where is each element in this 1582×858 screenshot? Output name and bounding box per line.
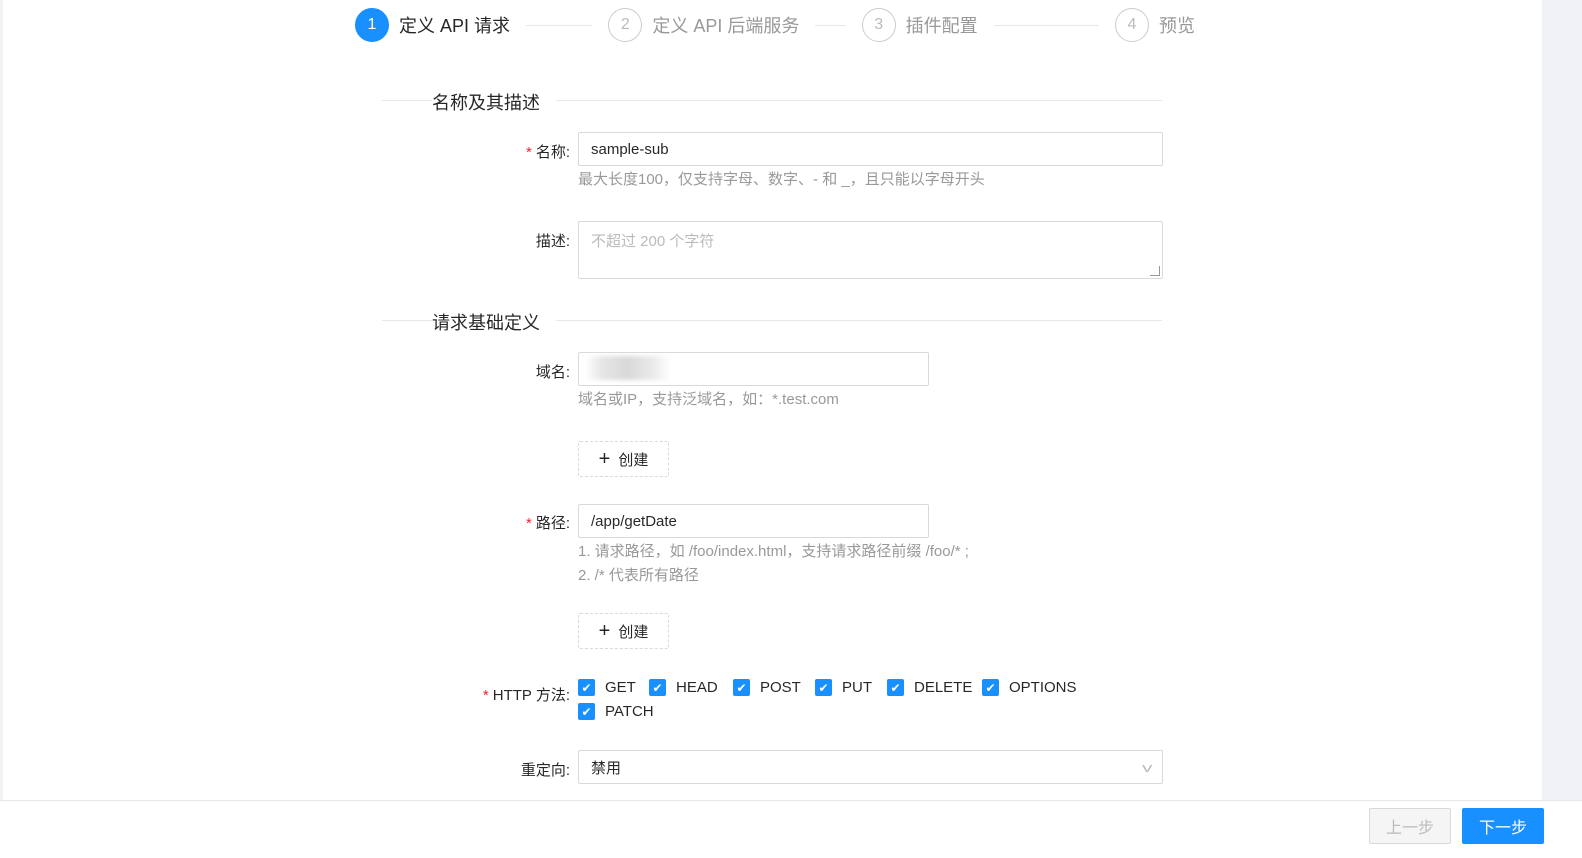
section-title-request: 请求基础定义 xyxy=(432,309,556,335)
check-icon: ✔ xyxy=(887,679,904,696)
step-title: 定义 API 请求 xyxy=(399,16,511,36)
check-icon: ✔ xyxy=(733,679,750,696)
method-options-checkbox[interactable]: ✔ OPTIONS xyxy=(982,679,1077,696)
desc-label: 描述: xyxy=(535,233,570,250)
domain-label: 域名: xyxy=(535,364,570,381)
check-icon: ✔ xyxy=(578,703,595,720)
step-number: 4 xyxy=(1114,8,1149,42)
method-put-checkbox[interactable]: ✔ PUT xyxy=(815,679,872,696)
prev-button[interactable]: 上一步 xyxy=(1369,808,1451,844)
method-post-checkbox[interactable]: ✔ POST xyxy=(733,679,801,696)
check-icon: ✔ xyxy=(815,679,832,696)
section-title-basic: 名称及其描述 xyxy=(432,89,556,115)
redirect-label: 重定向: xyxy=(520,762,570,779)
path-help-1: 1. 请求路径，如 /foo/index.html，支持请求路径前缀 /foo/… xyxy=(578,543,969,560)
next-button[interactable]: 下一步 xyxy=(1462,808,1544,844)
step-1: 1 定义 API 请求 xyxy=(355,8,608,42)
method-get-checkbox[interactable]: ✔ GET xyxy=(578,679,636,696)
name-label: * 名称: xyxy=(525,144,570,161)
desc-placeholder: 不超过 200 个字符 xyxy=(591,233,715,250)
name-help: 最大长度100，仅支持字母、数字、- 和 _，且只能以字母开头 xyxy=(578,171,985,188)
redacted-domain xyxy=(585,356,670,380)
desc-textarea[interactable]: 不超过 200 个字符 xyxy=(578,221,1163,279)
step-title: 插件配置 xyxy=(905,16,978,36)
redirect-select[interactable]: 禁用 v xyxy=(578,750,1163,784)
step-connector xyxy=(526,24,593,26)
name-input[interactable]: sample-sub xyxy=(578,132,1163,166)
footer-bar xyxy=(0,800,1582,858)
method-delete-checkbox[interactable]: ✔ DELETE xyxy=(887,679,972,696)
steps-bar: 1 定义 API 请求 2 定义 API 后端服务 3 插件配置 4 预览 xyxy=(355,7,1195,43)
step-connector xyxy=(993,24,1099,26)
step-title: 预览 xyxy=(1158,16,1195,36)
path-help-2: 2. /* 代表所有路径 xyxy=(578,567,699,584)
step-title: 定义 API 后端服务 xyxy=(652,16,800,36)
domain-create-button[interactable]: + 创建 xyxy=(578,441,669,477)
path-input[interactable]: /app/getDate xyxy=(578,504,929,538)
plus-icon: + xyxy=(598,447,611,470)
step-number: 3 xyxy=(861,8,896,42)
method-patch-checkbox[interactable]: ✔ PATCH xyxy=(578,703,654,720)
chevron-down-icon: v xyxy=(1141,759,1152,775)
plus-icon: + xyxy=(598,619,611,642)
path-create-button[interactable]: + 创建 xyxy=(578,613,669,649)
step-connector xyxy=(815,24,846,26)
step-number: 2 xyxy=(608,8,643,42)
step-3: 3 插件配置 xyxy=(861,8,1115,42)
step-2: 2 定义 API 后端服务 xyxy=(608,8,861,42)
page-edge xyxy=(0,0,3,800)
check-icon: ✔ xyxy=(649,679,666,696)
methods-label: * HTTP 方法: xyxy=(482,687,570,704)
check-icon: ✔ xyxy=(578,679,595,696)
step-4: 4 预览 xyxy=(1114,8,1195,42)
check-icon: ✔ xyxy=(982,679,999,696)
path-label: * 路径: xyxy=(525,515,570,532)
domain-help: 域名或IP，支持泛域名，如：*.test.com xyxy=(578,391,839,408)
step-number: 1 xyxy=(355,8,389,42)
resize-handle-icon[interactable] xyxy=(1150,266,1160,276)
method-head-checkbox[interactable]: ✔ HEAD xyxy=(649,679,718,696)
scroll-gutter xyxy=(1542,0,1582,800)
